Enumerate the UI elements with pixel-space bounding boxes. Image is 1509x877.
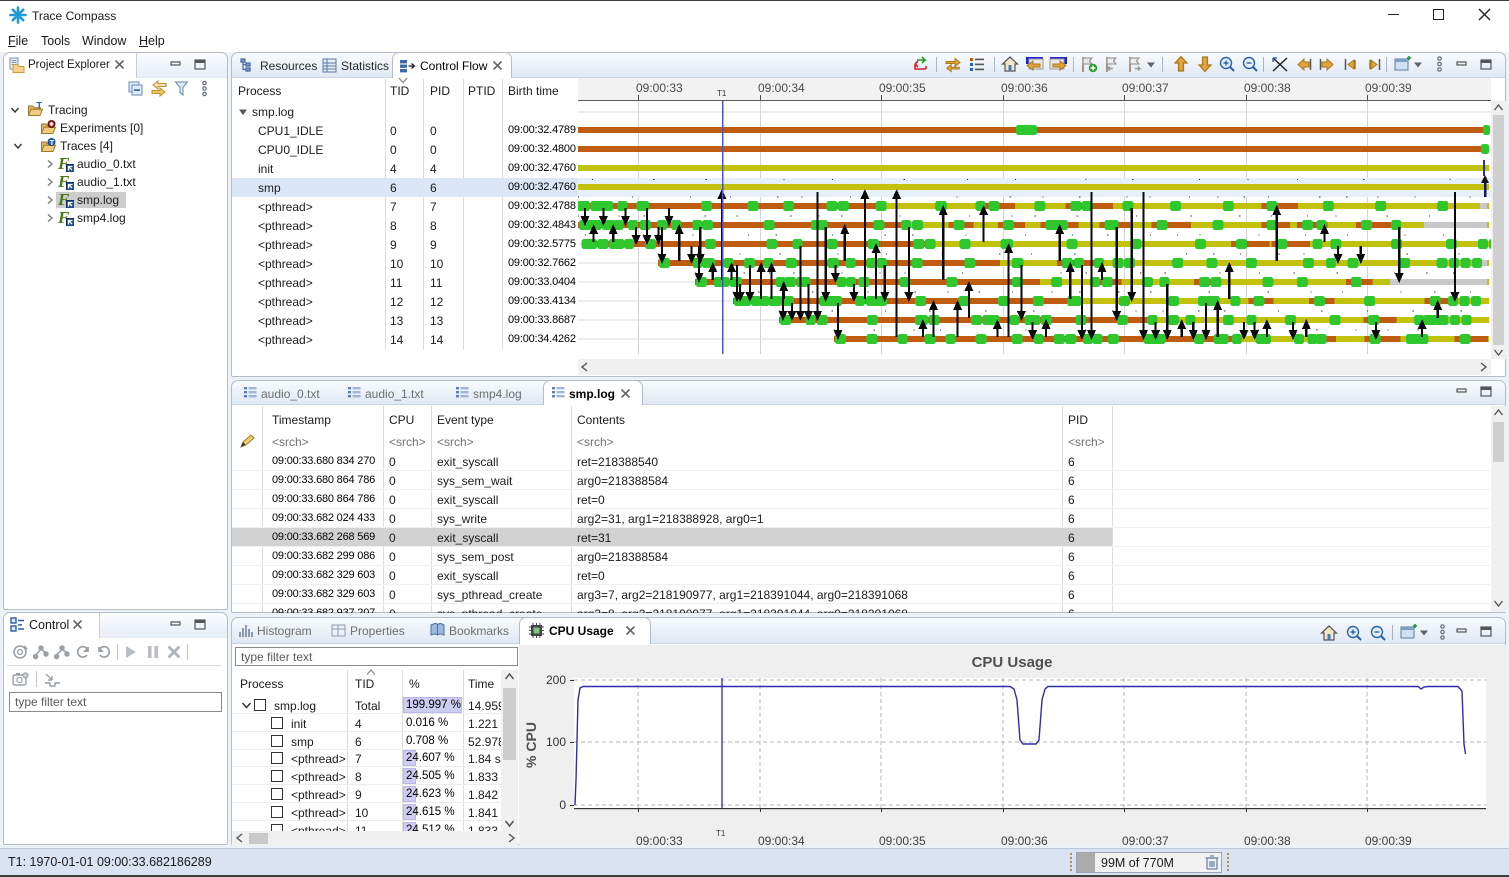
- svg-text:0: 0: [559, 798, 566, 812]
- svg-text:200: 200: [546, 673, 566, 687]
- svg-text:09:00:37: 09:00:37: [1122, 834, 1169, 845]
- svg-text:09:00:39: 09:00:39: [1365, 81, 1412, 95]
- svg-text:09:00:35: 09:00:35: [879, 81, 926, 95]
- svg-text:T1: T1: [717, 89, 727, 98]
- svg-text:09:00:36: 09:00:36: [1001, 834, 1048, 845]
- svg-text:09:00:36: 09:00:36: [1001, 81, 1048, 95]
- svg-text:09:00:34: 09:00:34: [758, 834, 805, 845]
- svg-text:09:00:38: 09:00:38: [1244, 81, 1291, 95]
- svg-text:T: T: [37, 102, 43, 111]
- svg-text:09:00:34: 09:00:34: [758, 81, 805, 95]
- svg-text:T1: T1: [716, 829, 726, 838]
- svg-text:09:00:37: 09:00:37: [1122, 81, 1169, 95]
- svg-text:09:00:35: 09:00:35: [879, 834, 926, 845]
- svg-text:100: 100: [546, 735, 566, 749]
- svg-text:T: T: [50, 138, 55, 147]
- svg-text:% CPU: % CPU: [523, 722, 539, 768]
- svg-text:09:00:39: 09:00:39: [1365, 834, 1412, 845]
- svg-text:09:00:38: 09:00:38: [1244, 834, 1291, 845]
- svg-text:CPU Usage: CPU Usage: [972, 654, 1053, 671]
- svg-text:09:00:33: 09:00:33: [636, 834, 683, 845]
- svg-text:09:00:33: 09:00:33: [636, 81, 683, 95]
